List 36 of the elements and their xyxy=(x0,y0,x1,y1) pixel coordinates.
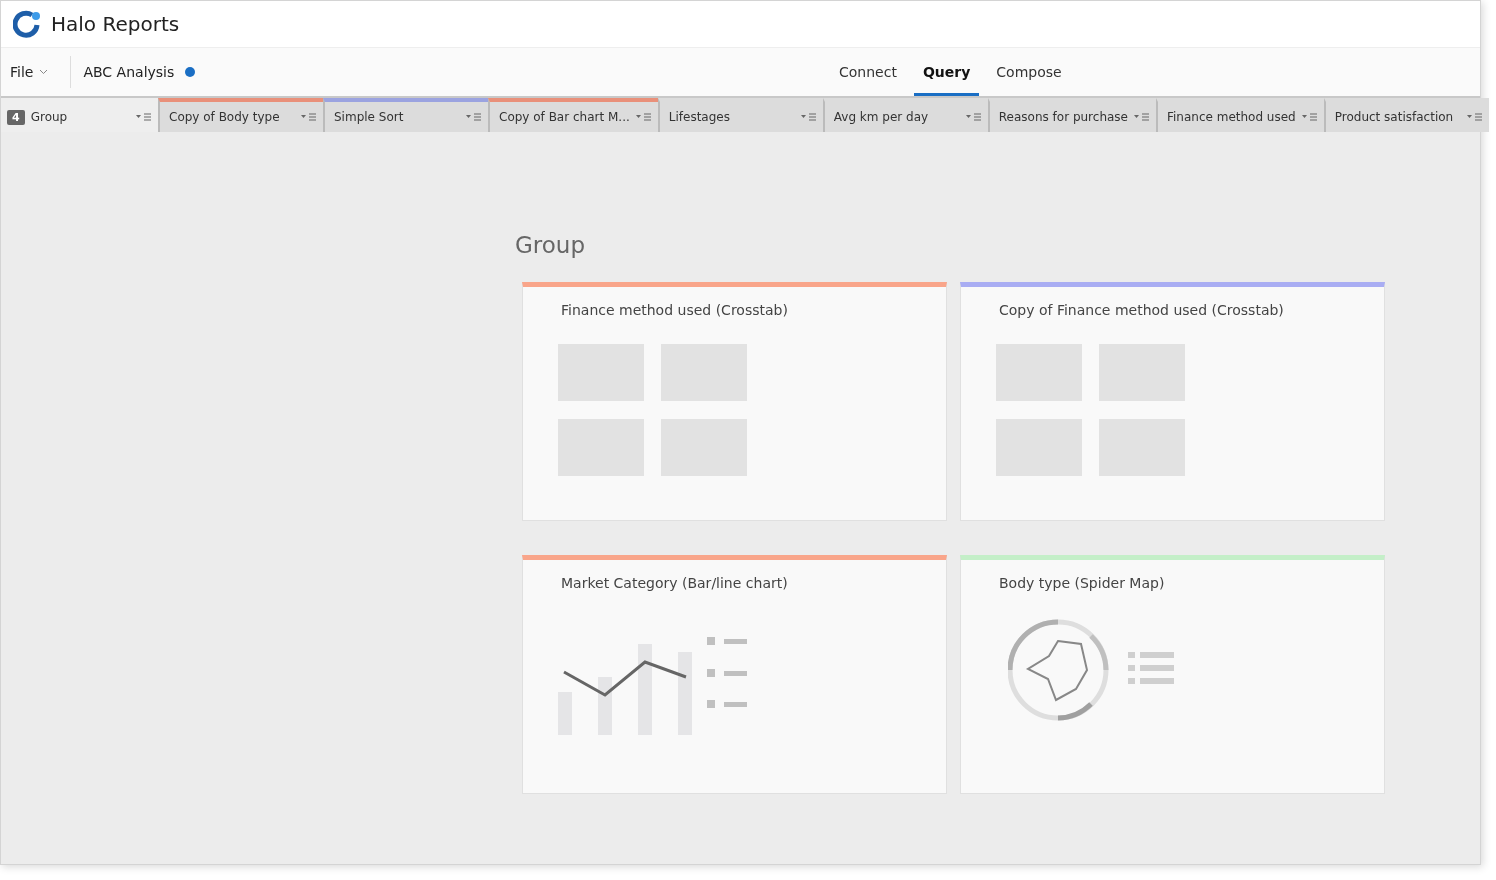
bar-line-chart-icon xyxy=(558,636,748,736)
card-title: Market Category (Bar/line chart) xyxy=(561,575,789,591)
card-title: Finance method used (Crosstab) xyxy=(561,302,789,318)
sheet-tab[interactable]: Lifestages xyxy=(657,98,823,132)
count-badge: 4 xyxy=(7,109,25,125)
dropdown-menu-icon[interactable] xyxy=(136,113,152,121)
dropdown-menu-icon[interactable] xyxy=(800,113,817,121)
sheet-tab[interactable]: Simple Sort xyxy=(323,98,488,132)
card-title: Copy of Finance method used (Crosstab) xyxy=(999,302,1285,318)
report-card[interactable]: Finance method used (Crosstab) xyxy=(522,282,947,521)
sheet-tab[interactable]: Finance method used xyxy=(1156,98,1324,132)
logo-icon xyxy=(13,10,41,38)
report-card[interactable]: Copy of Finance method used (Crosstab) xyxy=(960,282,1385,521)
dropdown-menu-icon[interactable] xyxy=(1301,113,1318,121)
sheet-tab[interactable]: Avg km per day xyxy=(822,98,988,132)
status-dot xyxy=(185,67,196,77)
report-card[interactable]: Body type (Spider Map) xyxy=(960,555,1385,794)
dropdown-menu-icon[interactable] xyxy=(466,113,482,121)
dropdown-menu-icon[interactable] xyxy=(1466,113,1483,121)
sheet-tab[interactable]: Product satisfaction xyxy=(1323,98,1489,132)
dropdown-menu-icon[interactable] xyxy=(965,113,982,121)
app-title: Halo Reports xyxy=(51,12,180,36)
sheet-tab[interactable]: Copy of Body type xyxy=(158,98,323,132)
nav-tab[interactable]: Connect xyxy=(830,48,906,96)
card-title: Body type (Spider Map) xyxy=(999,575,1166,591)
dropdown-menu-icon[interactable] xyxy=(635,113,652,121)
report-card[interactable]: Market Category (Bar/line chart) xyxy=(522,555,947,794)
document-name: ABC Analysis xyxy=(83,64,175,80)
dropdown-menu-icon[interactable] xyxy=(1134,113,1150,121)
group-title: Group xyxy=(515,232,587,258)
file-menu[interactable]: File xyxy=(1,48,71,96)
nav-tab[interactable]: Compose xyxy=(987,48,1071,96)
dropdown-menu-icon[interactable] xyxy=(301,113,317,121)
chevron-down-icon xyxy=(39,69,49,75)
sheet-tab[interactable]: Copy of Bar chart M... xyxy=(488,98,658,132)
sheet-tab[interactable]: Reasons for purchase xyxy=(987,98,1156,132)
